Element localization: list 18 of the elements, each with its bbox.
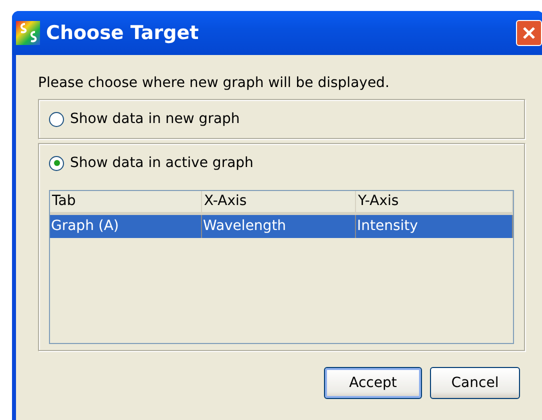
column-header[interactable]: Tab <box>50 191 202 215</box>
close-icon <box>522 26 536 40</box>
table-row[interactable]: Graph (A) Wavelength Intensity <box>50 215 513 238</box>
table-cell: Wavelength <box>202 215 356 238</box>
instruction-text: Please choose where new graph will be displayed. <box>38 75 390 91</box>
table-cell: Intensity <box>356 215 513 238</box>
radio-option[interactable]: Show data in active graph <box>49 144 514 182</box>
accept-button[interactable]: Accept <box>324 367 422 399</box>
window-title: Choose Target <box>46 22 200 44</box>
radio-option[interactable]: Show data in new graph <box>49 100 514 138</box>
table-cell: Graph (A) <box>50 215 202 238</box>
radio-button[interactable] <box>49 156 64 170</box>
cancel-button[interactable]: Cancel <box>430 367 520 399</box>
radio-button[interactable] <box>49 112 64 126</box>
column-header[interactable]: X-Axis <box>202 191 356 215</box>
close-button[interactable] <box>516 20 542 46</box>
column-header[interactable]: Y-Axis <box>356 191 513 215</box>
app-logo-icon <box>16 21 40 45</box>
